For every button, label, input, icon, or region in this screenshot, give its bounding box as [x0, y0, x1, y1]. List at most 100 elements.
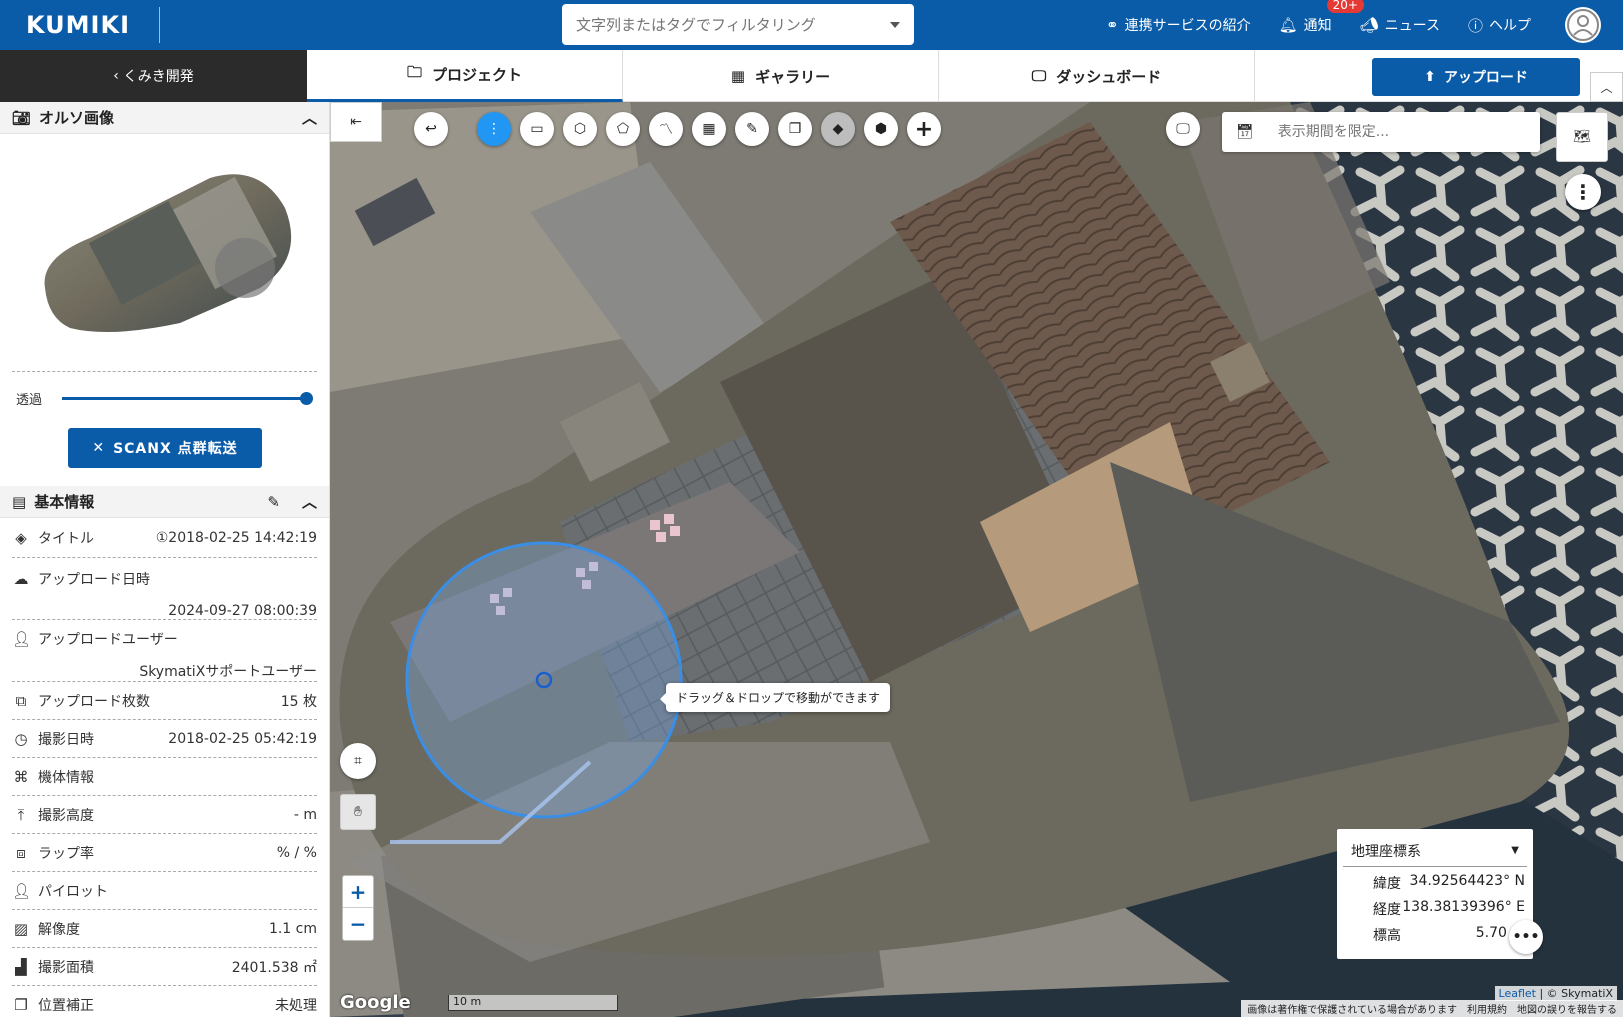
grid-icon: ▦ [702, 121, 716, 137]
camera-icon: 📷︎ [12, 108, 32, 127]
fit-bounds-button[interactable]: ⌗ [340, 743, 376, 779]
info-section-header[interactable]: ▤ 基本情報 ✎ ︿ [0, 486, 329, 518]
help-icon: ⓘ [1467, 16, 1483, 35]
chevron-up-icon[interactable]: ︿ [302, 107, 317, 128]
leaflet-link[interactable]: Leaflet [1499, 987, 1536, 1000]
tab-projects[interactable]: 🗀 プロジェクト [307, 50, 623, 102]
zoom-in-button[interactable]: + [343, 876, 373, 908]
longitude-value: 138.38139396° E [1402, 899, 1525, 915]
measure-distance-button[interactable]: ▭ [520, 112, 554, 146]
chevron-up-icon[interactable]: ︿ [302, 491, 317, 512]
add-button[interactable]: + [907, 112, 941, 146]
scanx-transfer-button[interactable]: ✕ SCANX 点群転送 [68, 428, 262, 468]
tab-gallery[interactable]: ▦ ギャラリー [623, 50, 939, 102]
info-row-resolution: ▨ 解像度 1.1 cm [12, 910, 317, 948]
google-logo: Google [340, 992, 411, 1013]
polygon-button[interactable]: ⬠ [606, 112, 640, 146]
cloud-upload-icon: ⬆ [1424, 69, 1436, 85]
longitude-label: 経度 [1373, 902, 1401, 918]
info-value: ①2018-02-25 14:42:19 [155, 529, 317, 546]
user-icon: 👤︎ [12, 881, 32, 900]
overlap-icon: ⧈ [16, 843, 26, 862]
info-row-pilot: 👤︎ パイロット [12, 872, 317, 910]
3d-view-button[interactable]: ⬢ [864, 112, 898, 146]
info-value: 2401.538 ㎡ [231, 959, 317, 976]
opacity-slider[interactable] [62, 391, 313, 405]
zoom-out-button[interactable]: − [343, 908, 373, 940]
date-range-input[interactable] [1277, 124, 1452, 140]
detail-panel: 📷︎ オルソ画像 ︿ 透過 ✕ SCANX 点群転送 ▤ 基本情報 ✎ ︿ ◈ … [0, 102, 330, 1017]
info-label: アップロード日時 [38, 571, 150, 588]
pan-tool-button[interactable]: ✋︎ [340, 794, 376, 830]
toggle-panel-button[interactable]: ⇤ [330, 102, 382, 142]
ortho-thumbnail[interactable] [12, 134, 317, 372]
annotate-button[interactable]: ✎ [735, 112, 769, 146]
document-icon: ▤ [12, 492, 27, 511]
display-button[interactable]: 🖵 [1166, 112, 1200, 146]
map-view[interactable]: ⇤ ↩ ⋮ ▭ ⬡ ⬠ 〽 ▦ ✎ ❐ ◆ ⬢ + 🖵 📅︎ 🗺︎ ⋮ ドラッグ… [330, 102, 1623, 1017]
notification-badge: 20+ [1326, 0, 1364, 13]
date-range-filter[interactable]: 📅︎ [1222, 112, 1540, 152]
more-options-button[interactable]: ⋮ [1565, 174, 1601, 210]
tab-dashboard[interactable]: 🖵 ダッシュボード [939, 50, 1255, 102]
ortho-section-header[interactable]: 📷︎ オルソ画像 ︿ [0, 102, 329, 134]
upload-button[interactable]: ⬆ アップロード [1372, 58, 1580, 96]
info-row-correction: ❐ 位置補正 未処理 [12, 986, 317, 1017]
elevation-row: 標高 5.70 m [1337, 923, 1533, 945]
profile-button[interactable]: 〽 [649, 112, 683, 146]
pencil-icon[interactable]: ✎ [267, 493, 280, 511]
chevron-down-icon[interactable] [890, 21, 900, 28]
search-bar[interactable] [562, 4, 914, 45]
image-icon: ▨ [13, 919, 29, 938]
megaphone-icon: 📣︎ [1359, 16, 1379, 34]
scale-bar: 10 m [448, 995, 618, 1011]
grid-button[interactable]: ▦ [692, 112, 726, 146]
info-label: 解像度 [38, 921, 80, 938]
compare-button[interactable]: ❐ [778, 112, 812, 146]
longitude-row: 経度 138.38139396° E [1337, 897, 1533, 919]
info-title: 基本情報 [34, 493, 95, 511]
opacity-label: 透過 [16, 392, 43, 408]
measure-area-button[interactable]: ⬡ [563, 112, 597, 146]
altitude-icon: ⤒ [17, 805, 25, 824]
main-nav: ‹ くみき開発 🗀 プロジェクト ▦ ギャラリー 🖵 ダッシュボード ⬆ アップ… [0, 50, 1623, 102]
ortho-preview-image [44, 173, 291, 332]
collapse-header-button[interactable]: ︿ [1590, 72, 1623, 102]
menu-button[interactable]: ⋮ [477, 112, 511, 146]
undo-icon: ↩ [425, 121, 437, 137]
back-button[interactable]: ‹ くみき開発 [0, 50, 307, 102]
services-label: 連携サービスの紹介 [1124, 18, 1251, 34]
pentagon-icon: ⬠ [616, 121, 630, 137]
user-icon: 👤︎ [12, 629, 32, 648]
share-icon: ⚭ [1106, 16, 1119, 34]
info-label: アップロード枚数 [38, 693, 150, 710]
info-row-title: ◈ タイトル ①2018-02-25 14:42:19 [12, 518, 317, 558]
app-logo[interactable]: KUMIKI [0, 7, 160, 43]
eraser-button[interactable]: ◆ [821, 112, 855, 146]
slider-handle[interactable] [300, 391, 313, 405]
info-row-upload-date: ☁ アップロード日時 2024-09-27 08:00:39 [12, 558, 317, 620]
tab-label: ギャラリー [755, 67, 831, 86]
undo-button[interactable]: ↩ [414, 112, 448, 146]
map-attribution: Leaflet | © SkymatiX [1494, 986, 1617, 1001]
info-row-altitude: ⤒ 撮影高度 - m [12, 796, 317, 834]
search-input[interactable] [576, 15, 890, 34]
notifications-link[interactable]: 🔔︎ 通知 20+ [1278, 0, 1364, 35]
chat-button[interactable]: ••• [1509, 920, 1543, 954]
avatar[interactable] [1565, 7, 1601, 43]
map-layers-button[interactable]: 🗺︎ [1556, 112, 1608, 162]
plus-icon: + [914, 116, 934, 142]
bell-icon: 🔔︎ [1278, 16, 1298, 34]
report-error-link[interactable]: 地図の誤りを報告する [1517, 1001, 1617, 1016]
help-link[interactable]: ⓘ ヘルプ [1468, 15, 1531, 36]
monitor-icon: 🖵 [1031, 67, 1047, 85]
terms-link[interactable]: 利用規約 [1467, 1001, 1507, 1016]
cube-icon: ⬢ [874, 121, 888, 137]
coordinate-system-select[interactable]: 地理座標系 ▼ [1343, 835, 1527, 867]
services-link[interactable]: ⚭ 連携サービスの紹介 [1106, 15, 1251, 35]
news-link[interactable]: 📣︎ ニュース [1360, 15, 1440, 35]
clock-icon: ◷ [14, 729, 28, 748]
ruler-icon: ▭ [530, 121, 544, 137]
chat-icon: ••• [1512, 929, 1540, 945]
area-icon: ▟ [15, 957, 27, 976]
